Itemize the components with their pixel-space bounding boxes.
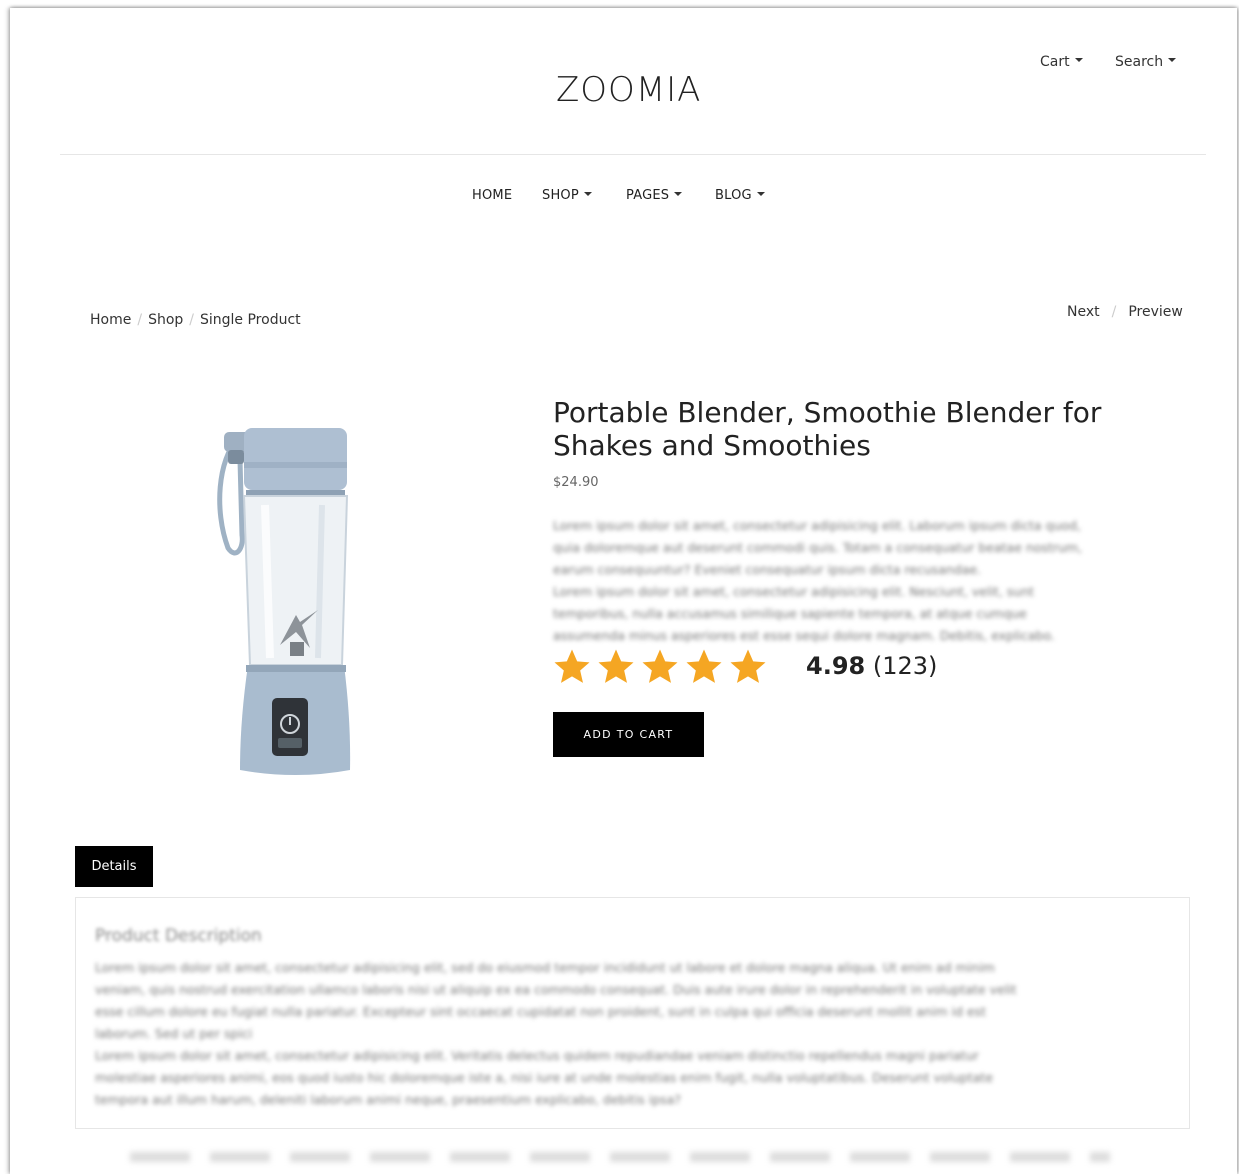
pager-separator: / [1111,304,1117,320]
description-line: quia doloremque aut deserunt commodi qui… [553,540,1083,555]
description-line: Lorem ipsum dolor sit amet, consectetur … [95,1048,979,1063]
site-logo[interactable]: ZOOMIA [556,70,701,110]
header-divider [60,154,1206,155]
review-count: (123) [872,652,938,680]
breadcrumb-home[interactable]: Home [90,312,131,328]
product-image [217,428,351,775]
description-line: earum consequuntur? Eveniet consequatur … [553,562,982,577]
chevron-down-icon [1168,58,1177,62]
rating-value: 4.98 [806,652,866,680]
nav-label: BLOG [715,188,752,203]
next-link[interactable]: Next [1067,304,1100,320]
add-to-cart-button[interactable]: ADD TO CART [553,712,704,757]
chevron-down-icon [756,191,765,196]
star-icon [686,649,722,683]
description-line: assumenda minus asperiores est esse sequ… [553,628,1055,643]
description-line: temporibus, nulla accusamus similique sa… [553,606,1027,621]
chevron-down-icon [583,191,592,196]
chevron-down-icon [674,191,683,196]
product-short-description: Lorem ipsum dolor sit amet, consectetur … [553,515,1183,647]
description-line: Lorem ipsum dolor sit amet, consectetur … [553,584,1035,599]
nav-label: SHOP [542,188,579,203]
star-icon [598,649,634,683]
star-icon [642,649,678,683]
footer-blur [130,1152,1110,1162]
breadcrumb: Home / Shop / Single Product [90,312,301,328]
description-line: tempora aut illum harum, deleniti laboru… [95,1092,681,1107]
nav-label: PAGES [626,188,670,203]
description-line: Lorem ipsum dolor sit amet, consectetur … [95,960,995,975]
star-icon [554,649,590,683]
rating-summary: 4.98 (123) [806,652,937,680]
product-description-heading: Product Description [95,926,262,946]
nav-item-shop[interactable]: SHOP [542,188,592,203]
tab-details[interactable]: Details [75,846,153,887]
description-line: esse cillum dolore eu fugiat nulla paria… [95,1004,986,1019]
nav-label: HOME [472,188,513,203]
preview-link[interactable]: Preview [1128,304,1183,320]
search-label: Search [1115,54,1164,70]
breadcrumb-current: Single Product [200,312,301,328]
chevron-down-icon [1074,58,1083,62]
description-line: molestiae asperiores animi, eos quod ius… [95,1070,994,1085]
pager: Next / Preview [1067,304,1183,320]
nav-item-pages[interactable]: PAGES [626,188,683,203]
description-line: veniam, quis nostrud exercitation ullamc… [95,982,1017,997]
description-line: Lorem ipsum dolor sit amet, consectetur … [553,518,1081,533]
breadcrumb-shop[interactable]: Shop [148,312,183,328]
cart-label: Cart [1040,54,1070,70]
cart-dropdown[interactable]: Cart [1040,54,1083,70]
breadcrumb-separator: / [189,312,194,328]
product-description-text: Lorem ipsum dolor sit amet, consectetur … [95,957,1175,1111]
nav-item-blog[interactable]: BLOG [715,188,765,203]
nav-item-home[interactable]: HOME [472,188,512,203]
product-price: $24.90 [553,475,599,490]
breadcrumb-separator: / [137,312,143,328]
star-icon [730,649,766,683]
search-dropdown[interactable]: Search [1115,54,1177,70]
tab-label: Details [91,859,137,874]
product-title: Portable Blender, Smoothie Blender for S… [553,396,1102,462]
rating-stars [552,647,768,687]
description-line: laborum. Sed ut per spici [95,1026,253,1041]
